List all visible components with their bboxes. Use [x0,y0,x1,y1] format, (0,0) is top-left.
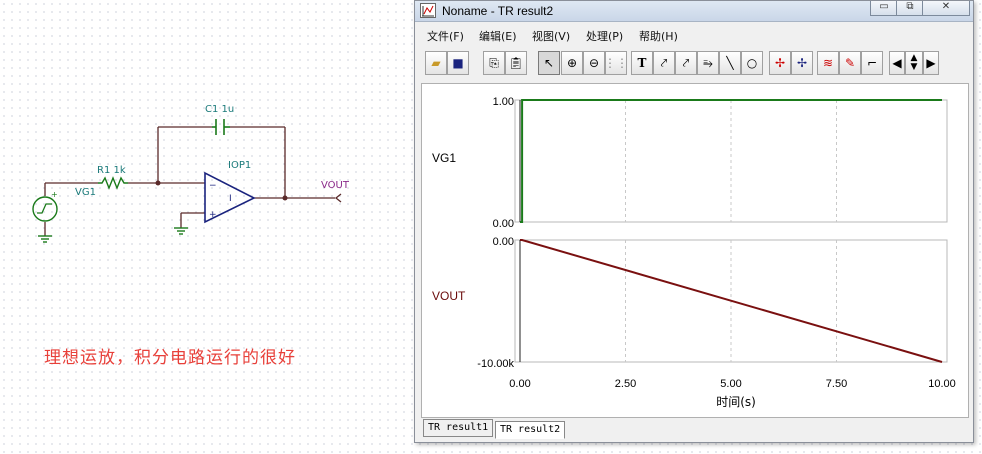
junction-dot [282,195,288,201]
grid-icon: ⋮⋮ [604,56,628,70]
circle-icon: ○ [746,56,758,70]
line-button[interactable]: ╲ [719,51,741,75]
cursor-b-icon: ⤤ [682,55,690,70]
cursor-b-button[interactable]: ⤤ [675,51,697,75]
close-icon: ✕ [941,1,951,12]
waveform-plot: 1.00 0.00 0.00 -10.00k VG1 VOUT 0.00 2.50… [432,96,956,409]
tab-tr-result1[interactable]: TR result1 [423,419,494,437]
marker-b-button[interactable]: ✢ [791,51,813,75]
paste-icon: 📋︎ [508,56,524,70]
tab-tr-result2[interactable]: TR result2 [495,421,566,439]
circle-button[interactable]: ○ [741,51,763,75]
scroll-right-icon: ▶ [926,56,936,70]
waves-button[interactable]: ≋ [817,51,839,75]
x-tick-label: 10.00 [928,378,956,390]
cursor-a-button[interactable]: ⤤ [653,51,675,75]
save-button[interactable]: ■ [447,51,469,75]
cursor-c-icon: ⥱ [703,55,713,70]
zoom-100-button[interactable]: ⊖ [583,51,605,75]
ramp-icon: ⌐ [866,56,878,70]
x-tick-label: 0.00 [509,378,530,390]
opamp-iop1: − + I [204,171,256,224]
vout-label: VOUT [321,180,350,191]
y-tick-vg1-bottom: 0.00 [493,218,514,230]
plot-area[interactable]: 1.00 0.00 0.00 -10.00k VG1 VOUT 0.00 2.50… [421,83,969,418]
r1-label: R1 1k [97,165,126,176]
paste-button[interactable]: 📋︎ [505,51,527,75]
window-title: Noname - TR result2 [442,4,554,18]
schematic-canvas: + − + I C1 1u R1 1k IOP1 VOUT VG1 [32,104,350,243]
minimize-button[interactable]: ▭ [870,1,898,16]
svg-text:+: + [209,210,217,220]
waves-icon: ≋ [822,56,834,70]
svg-text:+: + [51,190,58,199]
y-tick-vout-top: 0.00 [493,236,514,248]
ground-symbol-source [38,235,52,243]
line-icon: ╲ [726,56,734,70]
vg1-label: VG1 [75,187,96,198]
cursor-c-button[interactable]: ⥱ [697,51,719,75]
probe-button[interactable]: ✎ [839,51,861,75]
marker-a-button[interactable]: ✢ [769,51,791,75]
series-label-vg1: VG1 [432,151,456,165]
menu-view[interactable]: 视图(V) [532,28,570,44]
x-tick-label: 5.00 [720,378,741,390]
menu-process[interactable]: 处理(P) [586,28,623,44]
x-axis-label: 时间(s) [716,395,756,409]
toolbar: ▰ ■ ⎘ 📋︎ ↖ ⊕ ⊖ ⋮⋮ T ⤤ ⤤ ⥱ ╲ ○ ✢ ✢ ≋ ✎ ⌐ … [423,51,973,79]
restore-button[interactable]: ⧉ [896,1,924,16]
capacitor-c1 [212,119,230,135]
zoom-in-button[interactable]: ⊕ [561,51,583,75]
x-tick-label: 7.50 [826,378,847,390]
result-window: Noname - TR result2 ▭ ⧉ ✕ 文件(F) 编辑(E) 视图… [414,0,974,443]
menu-file[interactable]: 文件(F) [427,28,464,44]
series-label-vout: VOUT [432,289,466,303]
copy-button[interactable]: ⎘ [483,51,505,75]
menu-edit[interactable]: 编辑(E) [479,28,517,44]
output-terminal-icon [334,193,342,203]
copy-icon: ⎘ [489,55,499,70]
annotation-note: 理想运放，积分电路运行的很好 [44,348,296,368]
app-icon [420,3,436,18]
svg-text:−: − [209,181,217,191]
zoom-100-icon: ⊖ [588,56,600,70]
minimize-icon: ▭ [879,1,889,12]
probe-icon: ✎ [844,56,856,70]
zoom-in-icon: ⊕ [566,56,578,70]
menu-bar: 文件(F) 编辑(E) 视图(V) 处理(P) 帮助(H) [415,25,973,43]
pointer-icon: ↖ [543,56,555,70]
title-bar[interactable]: Noname - TR result2 ▭ ⧉ ✕ [415,1,973,22]
marker-b-icon: ✢ [796,56,808,70]
restore-icon: ⧉ [906,1,914,12]
grid-button[interactable]: ⋮⋮ [604,51,628,75]
text-button[interactable]: T [631,51,653,75]
junction-dot [155,180,161,186]
resistor-r1 [98,176,128,190]
x-tick-label: 2.50 [615,378,636,390]
save-icon: ■ [452,56,464,70]
open-button[interactable]: ▰ [425,51,447,75]
pointer-button[interactable]: ↖ [538,51,560,75]
marker-a-icon: ✢ [774,56,786,70]
scroll-updown-icon: ▲ ▼ [910,53,918,72]
open-folder-icon: ▰ [431,56,441,70]
y-tick-vg1-top: 1.00 [493,96,514,108]
scroll-left-icon: ◀ [892,56,902,70]
svg-text:I: I [229,194,232,204]
close-button[interactable]: ✕ [922,1,970,16]
c1-label: C1 1u [205,104,234,115]
ramp-button[interactable]: ⌐ [861,51,883,75]
iop1-label: IOP1 [228,160,251,171]
y-tick-vout-bottom: -10.00k [477,358,514,370]
text-icon: T [637,56,647,70]
ground-symbol-opamp [174,227,188,235]
scroll-right-button[interactable]: ▶ [923,51,939,75]
cursor-a-icon: ⤤ [660,55,668,70]
menu-help[interactable]: 帮助(H) [639,28,678,44]
scroll-updown-button[interactable]: ▲ ▼ [905,51,923,75]
scroll-left-button[interactable]: ◀ [889,51,905,75]
